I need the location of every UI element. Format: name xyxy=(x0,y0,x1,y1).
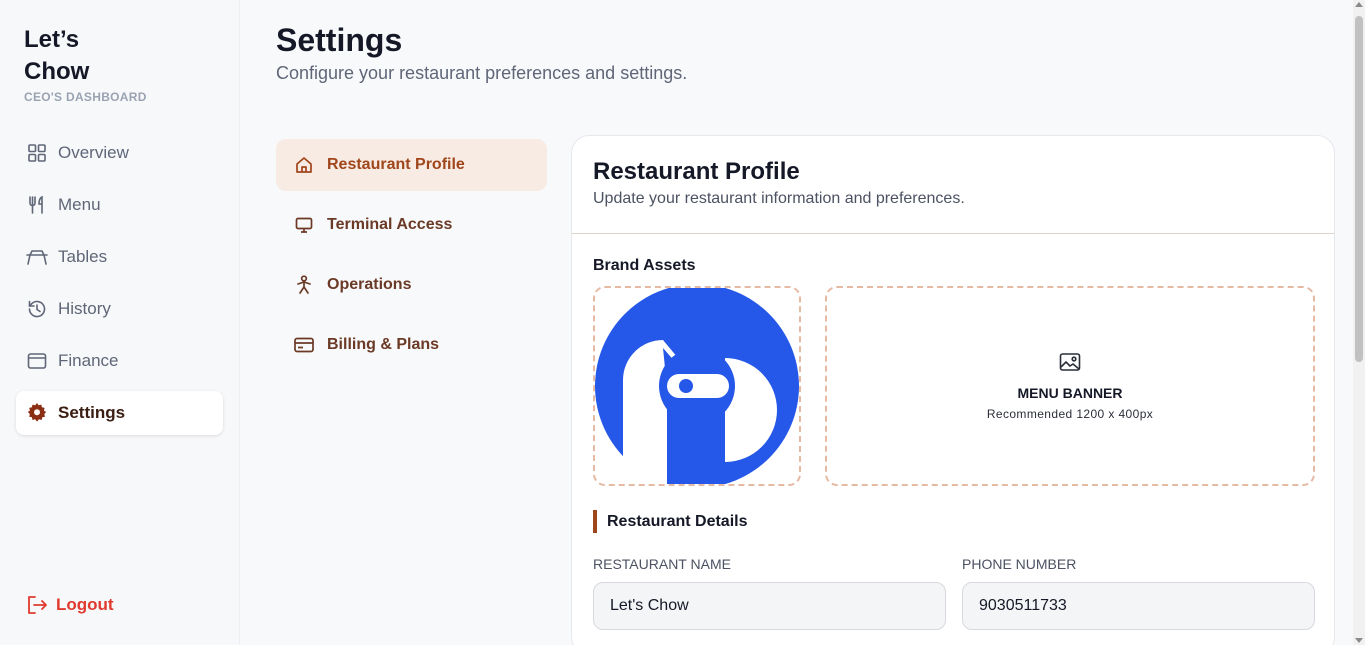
brand-name: Let’s Chow xyxy=(24,26,90,85)
scrollbar[interactable] xyxy=(1353,0,1365,645)
page-subtitle: Configure your restaurant preferences an… xyxy=(276,63,688,83)
settings-nav: Restaurant Profile Terminal Access Opera… xyxy=(276,139,547,379)
logout-button[interactable]: Logout xyxy=(26,594,114,616)
tab-label: Terminal Access xyxy=(327,216,453,233)
brand: Let’s Chow CEO'S DASHBOARD xyxy=(24,24,147,104)
tab-label: Billing & Plans xyxy=(327,336,440,353)
restaurant-profile-card: Restaurant Profile Update your restauran… xyxy=(571,135,1335,645)
sidebar-item-finance[interactable]: Finance xyxy=(16,339,223,383)
tab-operations[interactable]: Operations xyxy=(276,259,547,311)
credit-card-icon xyxy=(294,335,314,355)
home-icon xyxy=(294,155,314,175)
sidebar-item-history[interactable]: History xyxy=(16,287,223,331)
sidebar-item-label: Overview xyxy=(58,143,129,162)
person-icon xyxy=(294,275,314,295)
tab-terminal-access[interactable]: Terminal Access xyxy=(276,199,547,251)
card-header: Restaurant Profile Update your restauran… xyxy=(572,136,1334,234)
brand-subtitle: CEO'S DASHBOARD xyxy=(24,90,147,104)
card-subtitle: Update your restaurant information and p… xyxy=(593,190,965,207)
sidebar-item-label: Settings xyxy=(58,403,126,422)
table-icon xyxy=(26,246,48,268)
sidebar-item-label: Finance xyxy=(58,351,119,370)
scrollbar-thumb[interactable] xyxy=(1355,16,1363,362)
logo-upload[interactable] xyxy=(593,286,801,486)
brand-assets-label: Brand Assets xyxy=(593,257,696,274)
grid-icon xyxy=(26,142,48,164)
sidebar-item-tables[interactable]: Tables xyxy=(16,235,223,279)
history-icon xyxy=(26,298,48,320)
menu-banner-upload[interactable]: MENU BANNER Recommended 1200 x 400px xyxy=(825,286,1315,486)
sidebar-item-label: Menu xyxy=(58,195,101,214)
sidebar-item-label: History xyxy=(58,299,111,318)
logout-label: Logout xyxy=(56,595,114,614)
tab-restaurant-profile[interactable]: Restaurant Profile xyxy=(276,139,547,191)
banner-title: MENU BANNER xyxy=(1017,384,1123,401)
monitor-icon xyxy=(294,215,314,235)
scroll-down-arrow-icon[interactable] xyxy=(1355,638,1363,643)
restaurant-name-label: RESTAURANT NAME xyxy=(593,556,731,572)
tab-billing-plans[interactable]: Billing & Plans xyxy=(276,319,547,371)
tab-label: Operations xyxy=(327,276,412,293)
page-title: Settings xyxy=(276,22,403,58)
sidebar-nav: Overview Menu Tables History Finance Set… xyxy=(16,131,223,443)
sidebar-item-label: Tables xyxy=(58,247,108,266)
logout-icon xyxy=(26,594,48,616)
scroll-up-arrow-icon[interactable] xyxy=(1355,2,1363,7)
image-icon xyxy=(1059,352,1081,377)
restaurant-name-input[interactable] xyxy=(593,582,946,630)
card-title: Restaurant Profile xyxy=(593,158,800,185)
restaurant-details-label: Restaurant Details xyxy=(593,510,748,533)
phone-number-input[interactable] xyxy=(962,582,1315,630)
sidebar-item-settings[interactable]: Settings xyxy=(16,391,223,435)
utensils-icon xyxy=(26,194,48,216)
restaurant-logo xyxy=(595,288,799,484)
gear-icon xyxy=(26,402,48,424)
sidebar-item-menu[interactable]: Menu xyxy=(16,183,223,227)
sidebar-item-overview[interactable]: Overview xyxy=(16,131,223,175)
phone-number-label: PHONE NUMBER xyxy=(962,556,1077,572)
tab-label: Restaurant Profile xyxy=(327,156,465,173)
banner-hint: Recommended 1200 x 400px xyxy=(986,406,1154,421)
wallet-icon xyxy=(26,350,48,372)
sidebar: Let’s Chow CEO'S DASHBOARD Overview Menu… xyxy=(0,0,240,645)
